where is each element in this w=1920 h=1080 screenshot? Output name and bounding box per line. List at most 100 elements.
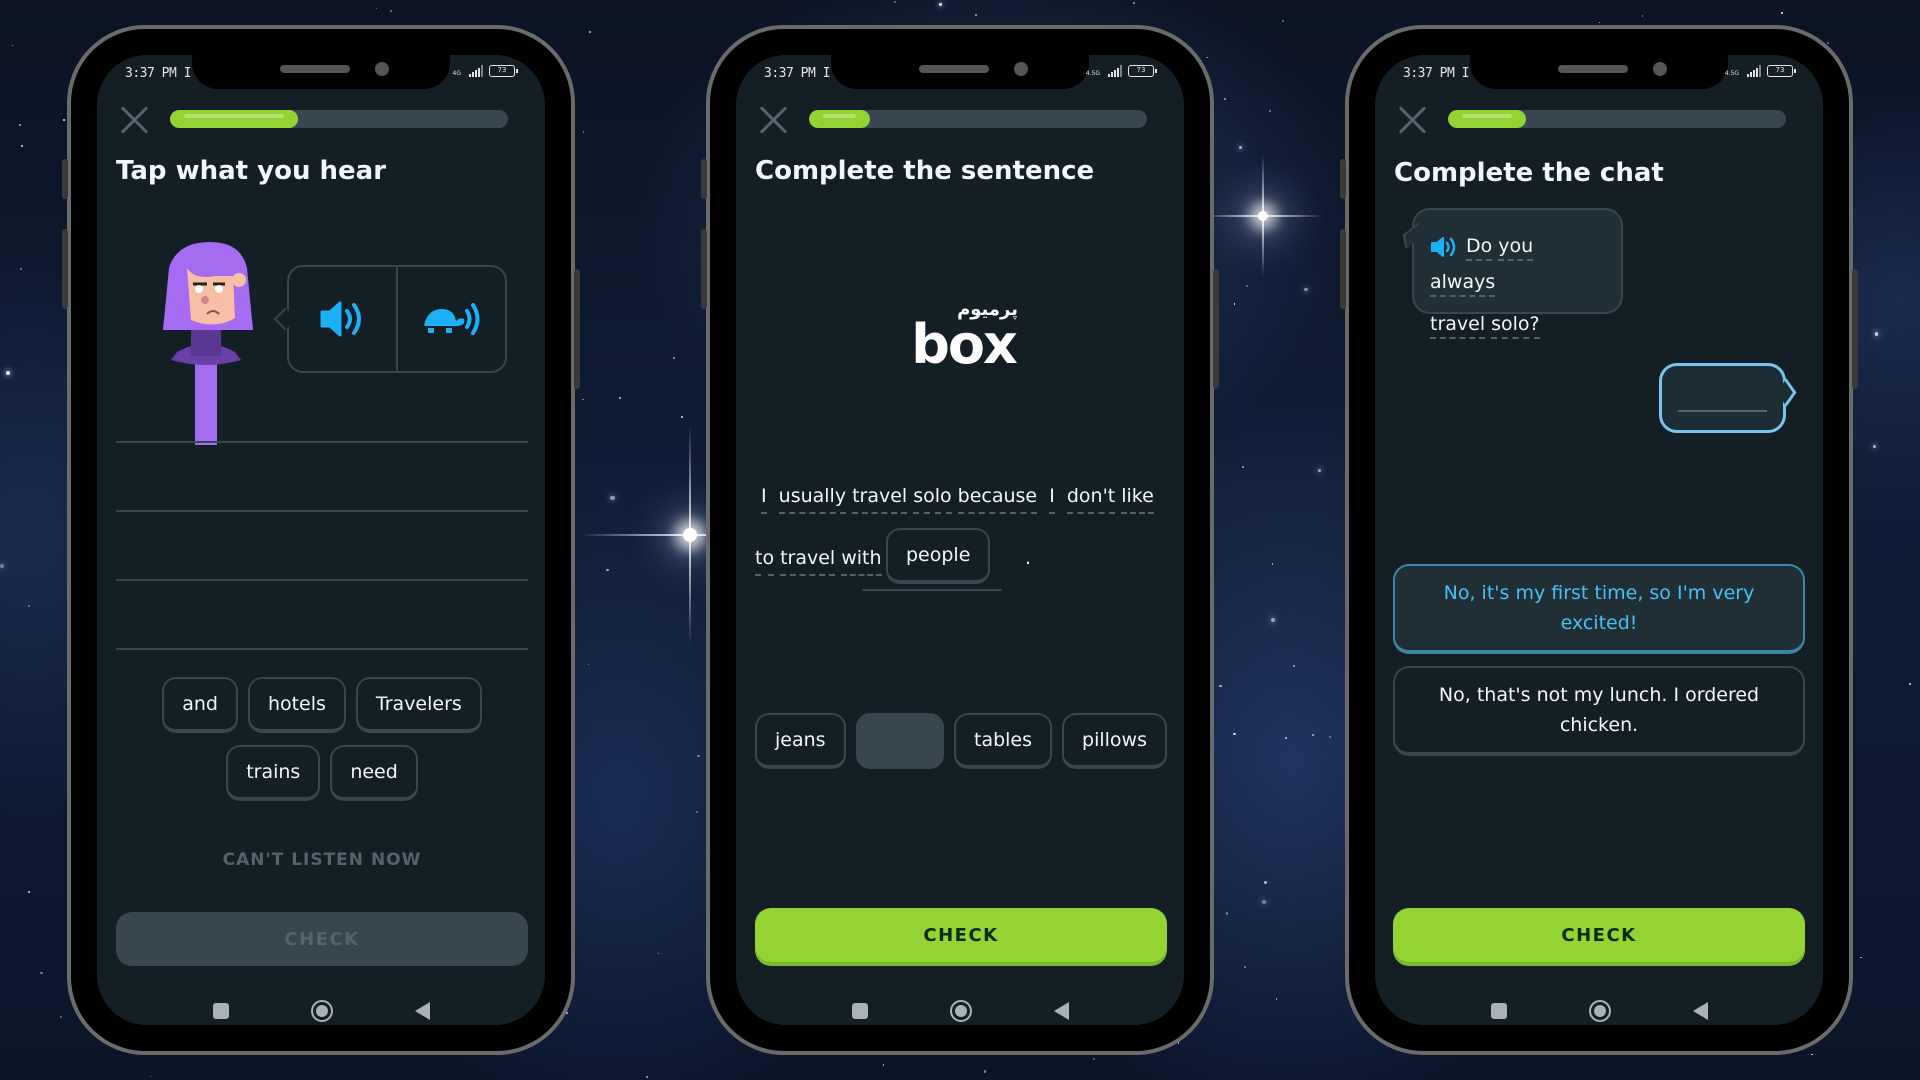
battery-icon: 73 (1128, 65, 1157, 77)
word-chip[interactable]: trains (226, 745, 321, 801)
watermark-latin-text: box (911, 313, 1018, 376)
character-lily-illustration (163, 242, 253, 445)
answer-bubble (1659, 363, 1786, 433)
sentence-word[interactable]: don't (1066, 485, 1116, 514)
network-type: 4.5G (1085, 70, 1100, 77)
star (27, 891, 30, 894)
star (1641, 15, 1644, 17)
speaker-icon[interactable] (1430, 235, 1458, 259)
filled-word-chip[interactable]: people (886, 528, 991, 584)
star (1860, 956, 1862, 958)
sentence-word[interactable]: I (761, 485, 767, 514)
sentence-word[interactable]: I (1049, 485, 1055, 514)
question-word[interactable]: you (1498, 233, 1534, 261)
play-slow-audio-button[interactable] (396, 267, 505, 371)
star (18, 123, 21, 126)
word-chip[interactable]: jeans (755, 713, 846, 769)
sentence-word[interactable]: like (1121, 485, 1154, 514)
recent-apps-icon[interactable] (851, 1003, 868, 1019)
check-button[interactable]: CHECK (755, 908, 1167, 962)
answer-blank: people (862, 528, 1002, 591)
star (1261, 900, 1266, 905)
play-audio-button[interactable] (289, 267, 396, 371)
progress-fill (809, 110, 870, 128)
sentence-word[interactable]: to (755, 547, 775, 576)
cant-listen-now-button[interactable]: CAN'T LISTEN NOW (116, 850, 528, 870)
speaker-icon (320, 301, 361, 337)
recent-apps-icon[interactable] (1490, 1003, 1507, 1019)
star (1272, 563, 1274, 565)
back-icon[interactable] (414, 1002, 430, 1020)
turtle-speaker-icon (421, 303, 479, 335)
android-nav-bar (97, 1000, 545, 1022)
word-chip[interactable]: hotels (247, 677, 346, 733)
recent-apps-icon[interactable] (212, 1003, 229, 1019)
star (0, 563, 5, 568)
signal-icon (1747, 65, 1761, 77)
lesson-progress-bar (1448, 110, 1786, 128)
word-bank: jeans tables pillows (755, 713, 1167, 769)
battery-icon: 73 (1767, 65, 1796, 77)
back-icon[interactable] (1692, 1002, 1708, 1020)
status-icons: 4.5G 73 (1725, 65, 1796, 77)
phone-screen: 3:37 PM I 4.5G 73 Complete the chat Do yo… (1375, 55, 1823, 1025)
question-bubble: Do youalways travel solo? (1412, 208, 1623, 339)
star (1827, 41, 1829, 44)
home-icon[interactable] (949, 1000, 972, 1022)
question-word[interactable]: always (1430, 269, 1496, 297)
star (1780, 12, 1783, 15)
answer-line (116, 579, 528, 581)
close-icon[interactable] (1397, 105, 1427, 135)
answer-option-2[interactable]: No, that's not my lunch. I ordered chick… (1393, 666, 1805, 756)
question-word[interactable]: solo? (1491, 311, 1540, 339)
close-icon[interactable] (119, 105, 149, 135)
star (1233, 303, 1236, 305)
star (697, 754, 700, 758)
home-icon[interactable] (1588, 1000, 1611, 1022)
star (658, 953, 660, 955)
battery-icon: 73 (489, 65, 518, 77)
word-bank-row-2: trains need (116, 745, 528, 801)
home-icon[interactable] (310, 1000, 333, 1022)
sentence-word[interactable]: travel (852, 485, 908, 514)
star (20, 268, 22, 270)
star (582, 399, 584, 401)
back-icon[interactable] (1053, 1002, 1069, 1020)
star (645, 1075, 649, 1078)
word-chip[interactable]: need (330, 745, 418, 801)
star (375, 7, 378, 10)
word-chip[interactable]: tables (954, 713, 1053, 769)
star (62, 119, 65, 121)
star (1270, 617, 1275, 623)
sentence-word[interactable]: solo (913, 485, 952, 514)
signal-icon (469, 65, 483, 77)
word-chip[interactable]: and (162, 677, 238, 733)
close-icon[interactable] (758, 105, 788, 135)
star (939, 3, 943, 6)
word-chip[interactable]: pillows (1062, 713, 1167, 769)
sentence-word[interactable]: usually (778, 485, 847, 514)
question-word[interactable]: Do (1466, 233, 1493, 261)
question-word[interactable]: travel (1430, 311, 1486, 339)
star (1268, 110, 1271, 113)
star (1206, 56, 1208, 59)
star (60, 1015, 63, 1018)
phone-screen: 3:37 PM I 4.5G 73 Complete the sentence … (736, 55, 1184, 1025)
phone-complete-the-chat: 3:37 PM I 4.5G 73 Complete the chat Do yo… (1340, 25, 1858, 1055)
android-nav-bar (736, 1000, 1184, 1022)
star (1225, 912, 1229, 915)
star (1133, 2, 1135, 4)
word-chip[interactable]: Travelers (355, 677, 482, 733)
star (1318, 468, 1322, 472)
sentence-word[interactable]: travel (780, 547, 836, 576)
star (588, 30, 592, 34)
check-button[interactable]: CHECK (1393, 908, 1805, 962)
challenge-title: Tap what you hear (116, 156, 387, 186)
star (1238, 146, 1242, 150)
check-button[interactable]: CHECK (116, 912, 528, 966)
status-icons: 4G 73 (453, 65, 518, 77)
answer-option-1[interactable]: No, it's my first time, so I'm very exci… (1393, 564, 1805, 654)
star (1264, 881, 1267, 884)
sentence-word[interactable]: because (957, 485, 1038, 514)
star (1811, 1053, 1814, 1056)
